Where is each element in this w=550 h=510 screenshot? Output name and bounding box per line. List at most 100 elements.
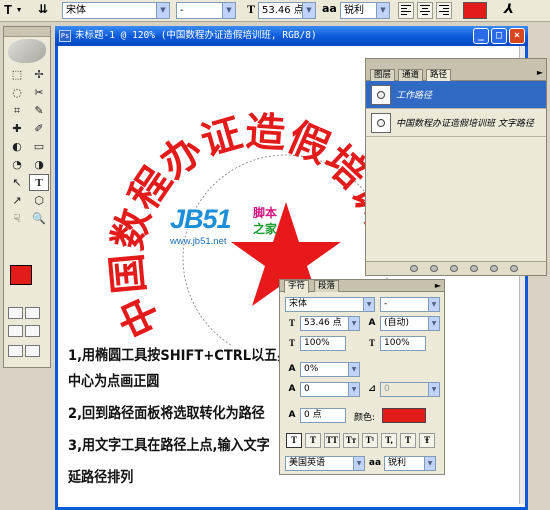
maximize-button[interactable]: □ [491,28,507,44]
imageready-icon[interactable] [8,345,23,357]
history-brush-tool-icon[interactable]: ▭ [29,138,49,155]
instruction-line-1: 1,用椭圆工具按SHIFT+CTRL以五星 [68,348,291,364]
char-font-family-select[interactable]: 宋体 ▼ [285,297,375,312]
panel-menu-icon[interactable]: ► [537,68,543,77]
panel-menu-icon[interactable]: ► [435,281,441,290]
minimize-button[interactable]: _ [473,28,489,44]
font-style-select[interactable]: - ▼ [176,2,236,19]
shape-tool-icon[interactable]: ⬡ [29,192,49,209]
char-color-swatch[interactable] [382,408,426,423]
stamp-tool-icon[interactable]: ◐ [7,138,27,155]
instruction-line-5: 延路径排列 [68,470,134,486]
all-caps-button[interactable]: TT [324,433,340,448]
screen-mode-standard-button[interactable] [8,325,23,337]
gradient-tool-icon[interactable]: ◑ [29,156,49,173]
chevron-down-icon: ▼ [428,298,439,311]
font-size-select[interactable]: 53.46 点 ▼ [258,2,316,19]
underline-button[interactable]: T [400,433,416,448]
faux-italic-button[interactable]: T [305,433,321,448]
tab-layers[interactable]: 图层 [370,69,396,81]
path-row-text-path[interactable]: 中国数程办证造假培训班 文字路径 [366,109,546,137]
char-font-family-value: 宋体 [289,299,308,309]
tracking-icon: A [288,384,296,394]
tab-paragraph[interactable]: 段落 [314,280,340,292]
align-left-button[interactable] [398,2,414,19]
type-tool-icon[interactable]: T [29,174,49,191]
character-panel-tabs: 字符 段落 ► [280,280,444,293]
chevron-down-icon: ▼ [376,3,389,18]
eraser-tool-icon[interactable]: ◔ [7,156,27,173]
load-selection-icon[interactable] [450,265,458,272]
char-font-style-select[interactable]: - ▼ [380,297,440,312]
make-work-path-icon[interactable] [470,265,478,272]
char-leading-select[interactable]: (自动) ▼ [380,316,440,331]
kerning-icon: A [288,364,296,374]
path-label: 工作路径 [396,91,433,101]
ps-document-icon: Ps [59,30,71,42]
char-tsume-value: 0 [384,384,390,394]
char-antialias-select[interactable]: 锐利 ▼ [384,456,436,471]
paths-panel: 图层 通道 路径 ► 工作路径 中国数程办证造假培训班 文字路径 [365,58,547,276]
antialias-select[interactable]: 锐利 ▼ [340,2,390,19]
instruction-line-2: 中心为点画正圆 [68,374,160,390]
panel-grip[interactable] [366,59,546,67]
quick-mask-button[interactable] [25,307,40,319]
char-horizontal-scale-field[interactable]: 100% [380,336,426,351]
text-tool-preset[interactable]: T ▼ [4,2,32,19]
leading-icon: A [368,318,376,328]
brush-tool-icon[interactable]: ✐ [29,120,49,137]
fill-path-icon[interactable] [410,265,418,272]
move-tool-icon[interactable]: ✢ [29,66,49,83]
char-language-select[interactable]: 美国英语 ▼ [285,456,365,471]
standard-mode-button[interactable] [8,307,23,319]
path-row-work-path[interactable]: 工作路径 [366,81,546,109]
font-family-select[interactable]: 宋体 ▼ [62,2,170,19]
photoshop-feather-logo[interactable] [8,39,46,63]
char-vertical-scale-field[interactable]: 100% [300,336,346,351]
slice-tool-icon[interactable]: ✎ [29,102,49,119]
tsume-icon: ⊿ [368,384,376,394]
text-color-swatch[interactable] [463,2,487,19]
zoom-tool-icon[interactable]: 🔍 [29,210,49,227]
warp-text-icon[interactable]: ⅄ [503,2,513,19]
char-font-size-select[interactable]: 53.46 点 ▼ [300,316,360,331]
healing-tool-icon[interactable]: ✚ [7,120,27,137]
chevron-down-icon: ▼ [348,383,359,396]
faux-bold-button[interactable]: T [286,433,302,448]
trash-icon[interactable] [510,265,518,272]
foreground-color-swatch[interactable] [10,265,32,285]
crop-tool-icon[interactable]: ⌗ [7,102,27,119]
char-tracking-select[interactable]: 0 ▼ [300,382,360,397]
toolbox: ⬚ ✢ ◌ ✂ ⌗ ✎ ✚ ✐ ◐ ▭ ◔ ◑ ↖ T ↗ ⬡ ☟ 🔍 [3,26,51,368]
superscript-button[interactable]: T¹ [362,433,378,448]
pen-tool-icon[interactable]: ↗ [7,192,27,209]
align-center-button[interactable] [417,2,433,19]
quick-mask-modes [8,307,46,321]
path-select-tool-icon[interactable]: ↖ [7,174,27,191]
screen-mode-full-button[interactable] [25,325,40,337]
ps-icon[interactable] [25,345,40,357]
chevron-down-icon: ▼ [222,3,235,18]
strikethrough-button[interactable]: Ŧ [419,433,435,448]
vertical-scale-icon: T [288,338,295,348]
tab-character[interactable]: 字符 [284,280,310,293]
document-titlebar[interactable]: Ps 未标题-1 @ 120% (中国数程办证造假培训班, RGB/8) _ □… [55,26,528,46]
chevron-down-icon: ▼ [424,457,435,470]
magic-wand-tool-icon[interactable]: ✂ [29,84,49,101]
font-family-value: 宋体 [66,5,86,16]
stroke-path-icon[interactable] [430,265,438,272]
char-baseline-shift-field[interactable]: 0 点 [300,408,346,423]
tab-channels[interactable]: 通道 [398,69,424,81]
marquee-tool-icon[interactable]: ⬚ [7,66,27,83]
char-kerning-select[interactable]: 0% ▼ [300,362,360,377]
text-orientation-button[interactable]: ⇊ [38,2,56,19]
new-path-icon[interactable] [490,265,498,272]
char-tsume-select: 0 ▼ [380,382,440,397]
close-button[interactable]: × [509,28,525,44]
lasso-tool-icon[interactable]: ◌ [7,84,27,101]
align-right-button[interactable] [436,2,452,19]
small-caps-button[interactable]: Tт [343,433,359,448]
hand-tool-icon[interactable]: ☟ [7,210,27,227]
font-size-icon: T [247,2,256,16]
subscript-button[interactable]: T, [381,433,397,448]
